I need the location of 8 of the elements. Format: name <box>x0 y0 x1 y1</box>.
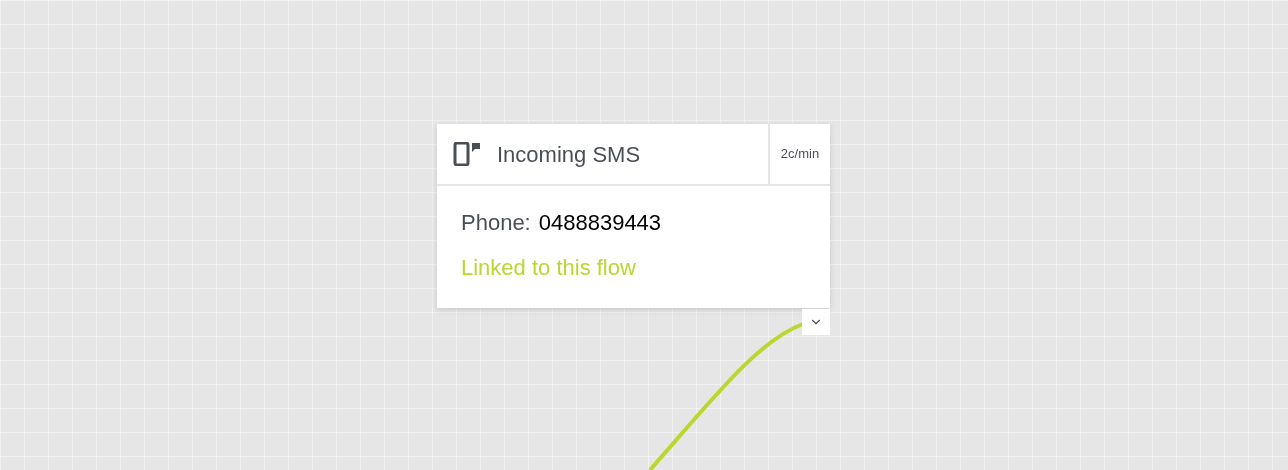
phone-message-icon <box>453 142 481 166</box>
link-status: Linked to this flow <box>461 254 637 282</box>
field-value: 0488839443 <box>538 209 662 237</box>
rate-label: 2c/min <box>780 145 820 164</box>
field-label: Phone: <box>461 209 531 237</box>
node-card[interactable]: Incoming SMS 2c/min Phone: 0488839443 Linked to this flow <box>437 124 830 308</box>
expand-button[interactable] <box>802 309 830 335</box>
node-title: Incoming SMS <box>497 140 641 169</box>
